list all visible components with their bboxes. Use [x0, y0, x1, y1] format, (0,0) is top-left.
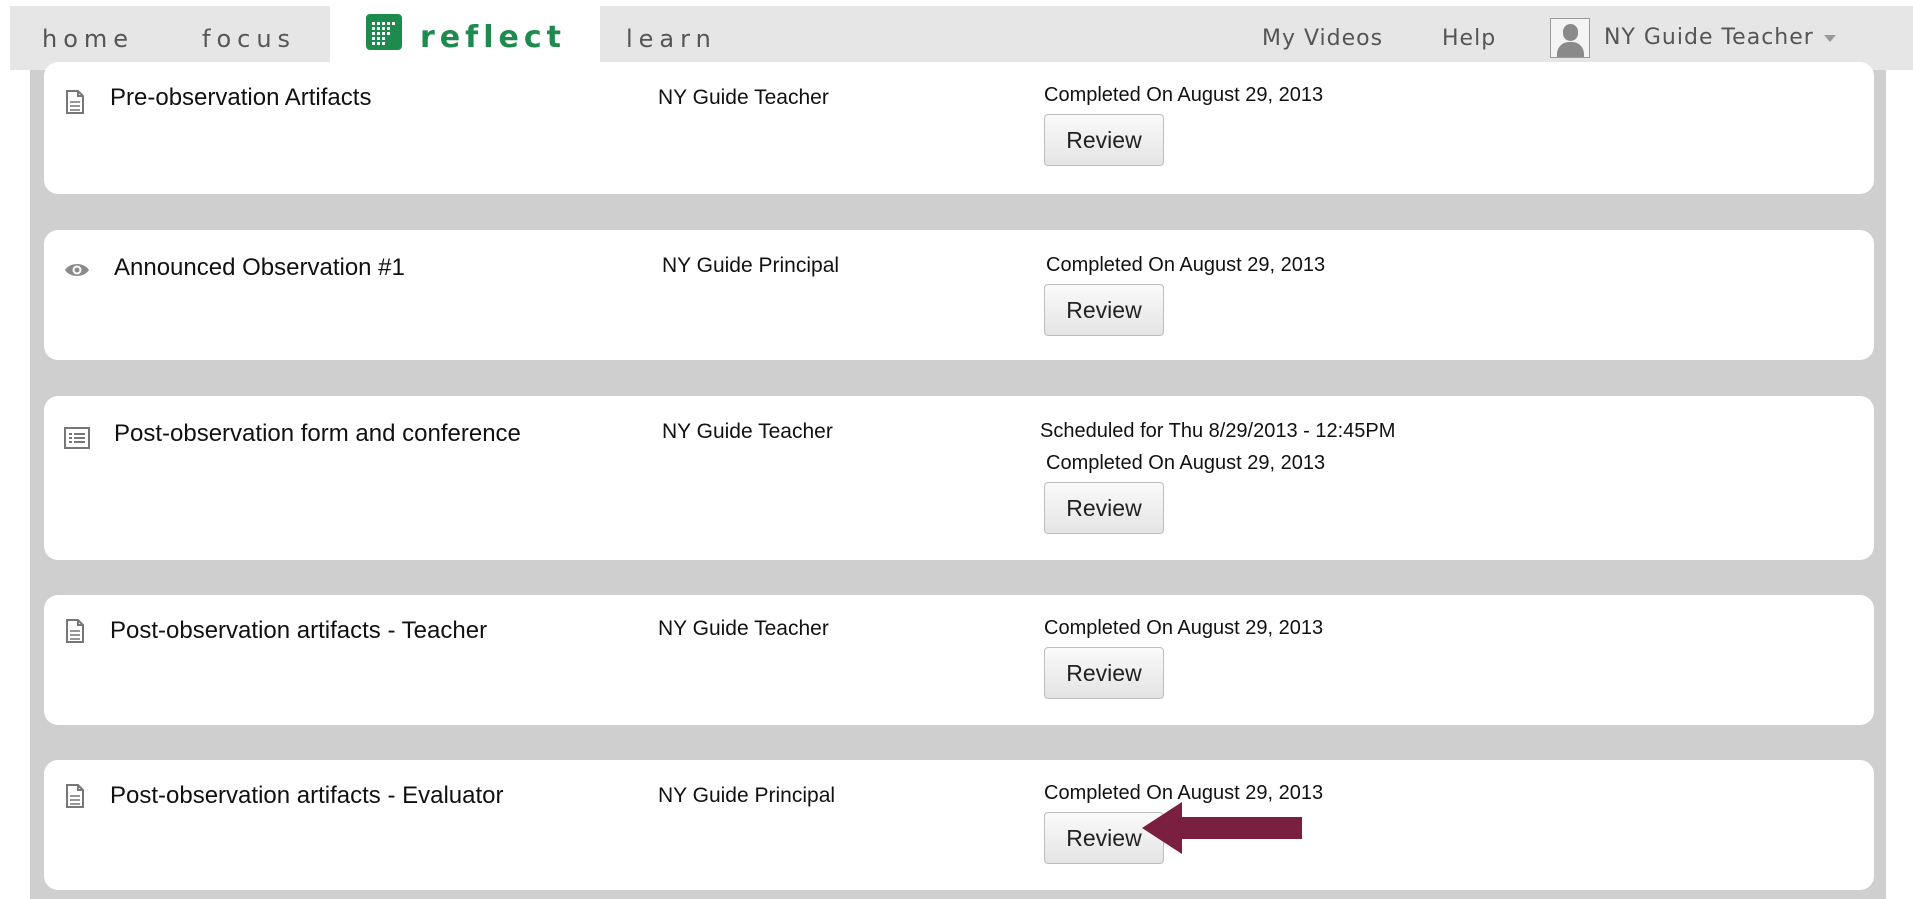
- review-button[interactable]: Review: [1044, 114, 1164, 166]
- review-button[interactable]: Review: [1044, 284, 1164, 336]
- step-owner: NY Guide Principal: [658, 784, 836, 807]
- step-status: Completed On August 29, 2013: [1046, 452, 1326, 474]
- document-icon: [66, 784, 84, 808]
- step-card: Pre-observation Artifacts NY Guide Teach…: [44, 62, 1874, 194]
- step-title: Announced Observation #1: [114, 254, 405, 281]
- top-navigation: home focus reflect learn My Videos Help …: [10, 0, 1913, 76]
- my-videos-link[interactable]: My Videos: [1262, 6, 1383, 70]
- avatar: [1550, 18, 1590, 58]
- step-owner: NY Guide Principal: [662, 254, 840, 277]
- step-card: Post-observation form and conference NY …: [44, 396, 1874, 560]
- step-status: Completed On August 29, 2013: [1044, 617, 1324, 639]
- step-card: Post-observation artifacts - Evaluator N…: [44, 760, 1874, 890]
- step-status: Completed On August 29, 2013: [1046, 254, 1326, 276]
- chevron-down-icon: [1823, 34, 1836, 42]
- step-title: Pre-observation Artifacts: [110, 84, 372, 111]
- document-icon: [66, 90, 84, 114]
- observation-steps-panel: Pre-observation Artifacts NY Guide Teach…: [30, 62, 1886, 899]
- reflect-logo-icon: [366, 14, 402, 50]
- review-button[interactable]: Review: [1044, 647, 1164, 699]
- nav-home-tab[interactable]: home: [42, 6, 134, 70]
- step-scheduled: Scheduled for Thu 8/29/2013 - 12:45PM: [1040, 420, 1396, 442]
- nav-focus-tab[interactable]: focus: [202, 6, 296, 70]
- user-menu[interactable]: NY Guide Teacher: [1550, 6, 1836, 70]
- step-status: Completed On August 29, 2013: [1044, 84, 1324, 106]
- pointer-arrow-icon: [1142, 802, 1302, 854]
- list-form-icon: [64, 427, 90, 449]
- step-title: Post-observation form and conference: [114, 420, 521, 447]
- step-owner: NY Guide Teacher: [658, 86, 829, 109]
- review-button[interactable]: Review: [1044, 482, 1164, 534]
- step-owner: NY Guide Teacher: [658, 617, 829, 640]
- step-title: Post-observation artifacts - Teacher: [110, 617, 488, 644]
- help-link[interactable]: Help: [1442, 6, 1496, 70]
- step-card: Announced Observation #1 NY Guide Princi…: [44, 230, 1874, 360]
- step-card: Post-observation artifacts - Teacher NY …: [44, 595, 1874, 725]
- step-owner: NY Guide Teacher: [662, 420, 833, 443]
- nav-learn-tab[interactable]: learn: [626, 6, 717, 70]
- step-title: Post-observation artifacts - Evaluator: [110, 782, 504, 809]
- document-icon: [66, 619, 84, 643]
- eye-icon: [65, 264, 89, 276]
